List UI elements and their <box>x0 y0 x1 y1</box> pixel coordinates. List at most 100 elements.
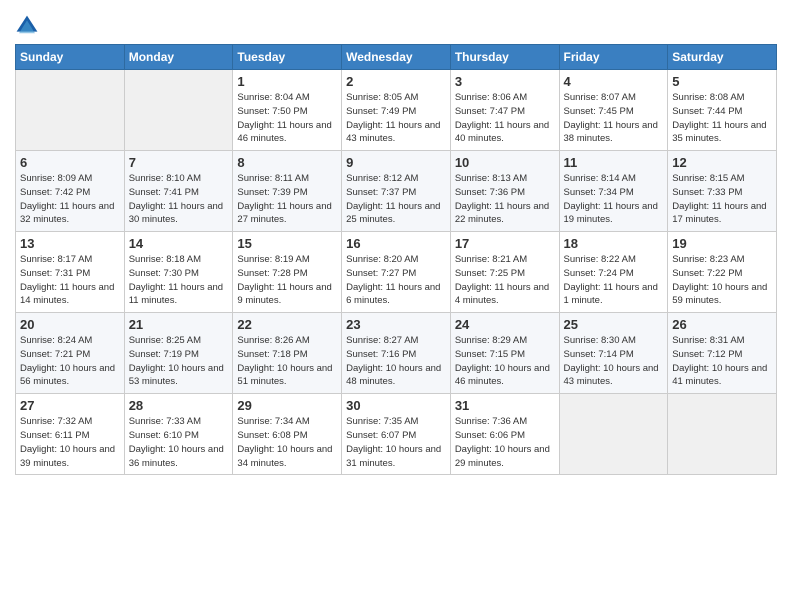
cell-info: Sunrise: 8:22 AM Sunset: 7:24 PM Dayligh… <box>564 253 664 308</box>
cell-info: Sunrise: 8:11 AM Sunset: 7:39 PM Dayligh… <box>237 172 337 227</box>
calendar-cell: 14 Sunrise: 8:18 AM Sunset: 7:30 PM Dayli… <box>124 232 233 313</box>
day-number: 28 <box>129 398 229 413</box>
day-number: 14 <box>129 236 229 251</box>
cell-info: Sunrise: 8:05 AM Sunset: 7:49 PM Dayligh… <box>346 91 446 146</box>
day-number: 8 <box>237 155 337 170</box>
day-number: 3 <box>455 74 555 89</box>
day-number: 26 <box>672 317 772 332</box>
cell-info: Sunrise: 7:36 AM Sunset: 6:06 PM Dayligh… <box>455 415 555 470</box>
calendar-cell: 21 Sunrise: 8:25 AM Sunset: 7:19 PM Dayli… <box>124 313 233 394</box>
cell-info: Sunrise: 7:34 AM Sunset: 6:08 PM Dayligh… <box>237 415 337 470</box>
cell-info: Sunrise: 8:04 AM Sunset: 7:50 PM Dayligh… <box>237 91 337 146</box>
cell-info: Sunrise: 8:18 AM Sunset: 7:30 PM Dayligh… <box>129 253 229 308</box>
calendar-cell: 4Sunrise: 8:07 AM Sunset: 7:45 PM Daylig… <box>559 70 668 151</box>
calendar-cell <box>668 394 777 475</box>
cell-info: Sunrise: 8:06 AM Sunset: 7:47 PM Dayligh… <box>455 91 555 146</box>
calendar-cell <box>16 70 125 151</box>
cell-info: Sunrise: 7:35 AM Sunset: 6:07 PM Dayligh… <box>346 415 446 470</box>
day-number: 21 <box>129 317 229 332</box>
day-number: 15 <box>237 236 337 251</box>
calendar-cell: 16 Sunrise: 8:20 AM Sunset: 7:27 PM Dayli… <box>342 232 451 313</box>
calendar-cell: 10Sunrise: 8:13 AM Sunset: 7:36 PM Dayli… <box>450 151 559 232</box>
calendar-cell: 30Sunrise: 7:35 AM Sunset: 6:07 PM Dayli… <box>342 394 451 475</box>
day-number: 11 <box>564 155 664 170</box>
cell-info: Sunrise: 8:24 AM Sunset: 7:21 PM Dayligh… <box>20 334 120 389</box>
calendar-cell: 7 Sunrise: 8:10 AM Sunset: 7:41 PM Daylig… <box>124 151 233 232</box>
calendar-cell: 8 Sunrise: 8:11 AM Sunset: 7:39 PM Daylig… <box>233 151 342 232</box>
cell-info: Sunrise: 8:09 AM Sunset: 7:42 PM Dayligh… <box>20 172 120 227</box>
day-number: 29 <box>237 398 337 413</box>
cell-info: Sunrise: 8:10 AM Sunset: 7:41 PM Dayligh… <box>129 172 229 227</box>
day-number: 20 <box>20 317 120 332</box>
calendar-cell: 25Sunrise: 8:30 AM Sunset: 7:14 PM Dayli… <box>559 313 668 394</box>
weekday-header-monday: Monday <box>124 45 233 70</box>
calendar-cell <box>124 70 233 151</box>
day-number: 23 <box>346 317 446 332</box>
day-number: 22 <box>237 317 337 332</box>
cell-info: Sunrise: 8:23 AM Sunset: 7:22 PM Dayligh… <box>672 253 772 308</box>
logo-icon <box>15 14 39 38</box>
calendar-cell: 26 Sunrise: 8:31 AM Sunset: 7:12 PM Dayli… <box>668 313 777 394</box>
calendar-cell: 29 Sunrise: 7:34 AM Sunset: 6:08 PM Dayli… <box>233 394 342 475</box>
cell-info: Sunrise: 8:17 AM Sunset: 7:31 PM Dayligh… <box>20 253 120 308</box>
cell-info: Sunrise: 8:31 AM Sunset: 7:12 PM Dayligh… <box>672 334 772 389</box>
cell-info: Sunrise: 8:21 AM Sunset: 7:25 PM Dayligh… <box>455 253 555 308</box>
day-number: 2 <box>346 74 446 89</box>
day-number: 18 <box>564 236 664 251</box>
cell-info: Sunrise: 8:25 AM Sunset: 7:19 PM Dayligh… <box>129 334 229 389</box>
calendar-cell: 6 Sunrise: 8:09 AM Sunset: 7:42 PM Daylig… <box>16 151 125 232</box>
calendar-cell: 15 Sunrise: 8:19 AM Sunset: 7:28 PM Dayli… <box>233 232 342 313</box>
week-row-3: 13 Sunrise: 8:17 AM Sunset: 7:31 PM Dayli… <box>16 232 777 313</box>
week-row-1: 1 Sunrise: 8:04 AM Sunset: 7:50 PM Daylig… <box>16 70 777 151</box>
calendar-cell: 31 Sunrise: 7:36 AM Sunset: 6:06 PM Dayli… <box>450 394 559 475</box>
weekday-header-thursday: Thursday <box>450 45 559 70</box>
weekday-header-sunday: Sunday <box>16 45 125 70</box>
calendar-cell: 20 Sunrise: 8:24 AM Sunset: 7:21 PM Dayli… <box>16 313 125 394</box>
cell-info: Sunrise: 8:30 AM Sunset: 7:14 PM Dayligh… <box>564 334 664 389</box>
calendar-cell: 1 Sunrise: 8:04 AM Sunset: 7:50 PM Daylig… <box>233 70 342 151</box>
week-row-4: 20 Sunrise: 8:24 AM Sunset: 7:21 PM Dayli… <box>16 313 777 394</box>
week-row-2: 6 Sunrise: 8:09 AM Sunset: 7:42 PM Daylig… <box>16 151 777 232</box>
cell-info: Sunrise: 8:13 AM Sunset: 7:36 PM Dayligh… <box>455 172 555 227</box>
weekday-header-friday: Friday <box>559 45 668 70</box>
calendar-cell: 28 Sunrise: 7:33 AM Sunset: 6:10 PM Dayli… <box>124 394 233 475</box>
cell-info: Sunrise: 7:33 AM Sunset: 6:10 PM Dayligh… <box>129 415 229 470</box>
calendar-cell: 17 Sunrise: 8:21 AM Sunset: 7:25 PM Dayli… <box>450 232 559 313</box>
cell-info: Sunrise: 8:12 AM Sunset: 7:37 PM Dayligh… <box>346 172 446 227</box>
cell-info: Sunrise: 8:08 AM Sunset: 7:44 PM Dayligh… <box>672 91 772 146</box>
weekday-header-saturday: Saturday <box>668 45 777 70</box>
calendar-cell: 11 Sunrise: 8:14 AM Sunset: 7:34 PM Dayli… <box>559 151 668 232</box>
day-number: 13 <box>20 236 120 251</box>
day-number: 27 <box>20 398 120 413</box>
day-number: 17 <box>455 236 555 251</box>
calendar-table: SundayMondayTuesdayWednesdayThursdayFrid… <box>15 44 777 475</box>
calendar-cell: 2 Sunrise: 8:05 AM Sunset: 7:49 PM Daylig… <box>342 70 451 151</box>
calendar-cell: 5 Sunrise: 8:08 AM Sunset: 7:44 PM Daylig… <box>668 70 777 151</box>
calendar-cell: 22 Sunrise: 8:26 AM Sunset: 7:18 PM Dayli… <box>233 313 342 394</box>
day-number: 12 <box>672 155 772 170</box>
day-number: 16 <box>346 236 446 251</box>
weekday-header-row: SundayMondayTuesdayWednesdayThursdayFrid… <box>16 45 777 70</box>
cell-info: Sunrise: 8:15 AM Sunset: 7:33 PM Dayligh… <box>672 172 772 227</box>
day-number: 19 <box>672 236 772 251</box>
day-number: 6 <box>20 155 120 170</box>
calendar-cell: 3 Sunrise: 8:06 AM Sunset: 7:47 PM Daylig… <box>450 70 559 151</box>
cell-info: Sunrise: 8:27 AM Sunset: 7:16 PM Dayligh… <box>346 334 446 389</box>
calendar-cell: 18 Sunrise: 8:22 AM Sunset: 7:24 PM Dayli… <box>559 232 668 313</box>
calendar-cell <box>559 394 668 475</box>
day-number: 7 <box>129 155 229 170</box>
day-number: 24 <box>455 317 555 332</box>
calendar-cell: 27 Sunrise: 7:32 AM Sunset: 6:11 PM Dayli… <box>16 394 125 475</box>
page-header <box>15 10 777 38</box>
calendar-cell: 9Sunrise: 8:12 AM Sunset: 7:37 PM Daylig… <box>342 151 451 232</box>
cell-info: Sunrise: 8:26 AM Sunset: 7:18 PM Dayligh… <box>237 334 337 389</box>
cell-info: Sunrise: 8:20 AM Sunset: 7:27 PM Dayligh… <box>346 253 446 308</box>
cell-info: Sunrise: 7:32 AM Sunset: 6:11 PM Dayligh… <box>20 415 120 470</box>
cell-info: Sunrise: 8:19 AM Sunset: 7:28 PM Dayligh… <box>237 253 337 308</box>
day-number: 5 <box>672 74 772 89</box>
day-number: 1 <box>237 74 337 89</box>
cell-info: Sunrise: 8:29 AM Sunset: 7:15 PM Dayligh… <box>455 334 555 389</box>
cell-info: Sunrise: 8:14 AM Sunset: 7:34 PM Dayligh… <box>564 172 664 227</box>
calendar-cell: 19 Sunrise: 8:23 AM Sunset: 7:22 PM Dayli… <box>668 232 777 313</box>
day-number: 31 <box>455 398 555 413</box>
